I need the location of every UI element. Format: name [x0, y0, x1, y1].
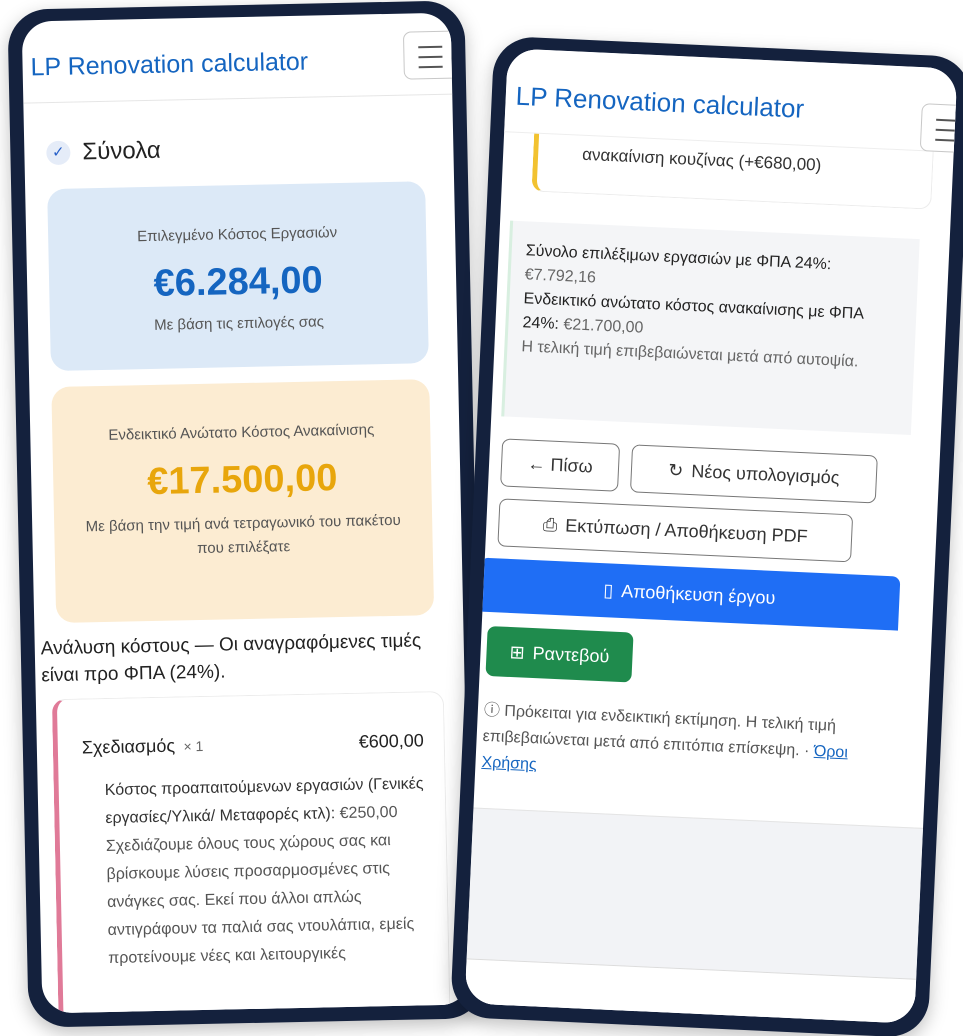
previous-item-text: ανακαίνιση κουζίνας (+€680,00)	[581, 144, 822, 175]
appointment-button[interactable]: ⊞ Ραντεβού	[485, 625, 634, 683]
selected-cost-label: Επιλεγμένο Κόστος Εργασιών	[136, 224, 338, 246]
step-header: ✓ Σύνολα	[46, 137, 161, 167]
step-title: Σύνολα	[82, 136, 162, 166]
disclaimer-text: Πρόκειται για ενδεικτική εκτίμηση. Η τελ…	[482, 702, 837, 760]
selected-cost-value: €6.284,00	[153, 259, 324, 305]
cost-item-qty: × 1	[183, 737, 204, 755]
max-cost-sub: Με βάση την τιμή ανά τετραγωνικό του πακ…	[85, 511, 401, 558]
collage: LP Renovation calculator ✓ Σύνολα Επιλεγ…	[0, 0, 963, 1036]
nav-brand[interactable]: LP Renovation calculator	[30, 48, 308, 83]
footer-divider	[464, 958, 917, 1024]
printer-icon: ⎙	[542, 513, 558, 535]
selected-cost-card: Επιλεγμένο Κόστος Εργασιών €6.284,00 Με …	[47, 181, 429, 372]
right-phone-frame: ανακαίνιση κουζίνας (+€680,00) LP Renova…	[449, 35, 963, 1036]
vat-summary-box: Σύνολο επιλέξιμων εργασιών με ΦΠΑ 24%: €…	[501, 220, 920, 435]
cost-item-name: Σχεδιασμός	[81, 735, 176, 758]
new-calculation-button[interactable]: ↻ Νέος υπολογισμός	[629, 444, 878, 504]
selected-cost-sub: Με βάση τις επιλογές σας	[153, 313, 325, 334]
cost-item-price: €600,00	[358, 730, 424, 752]
max-cost-card: Ενδεικτικό Ανώτατο Κόστος Ανακαίνισης €1…	[51, 379, 435, 624]
left-phone-frame: LP Renovation calculator ✓ Σύνολα Επιλεγ…	[7, 0, 486, 1028]
save-project-button[interactable]: ▯ Αποθήκευση έργου	[478, 557, 901, 631]
cost-item-header: Σχεδιασμός × 1 €600,00	[82, 730, 424, 758]
max-cost-vat-value: €21.700,00	[563, 316, 644, 337]
nav-brand[interactable]: LP Renovation calculator	[515, 81, 805, 125]
calendar-plus-icon: ⊞	[509, 641, 526, 663]
info-icon: ⓘ	[483, 701, 501, 720]
cost-item-body: Κόστος προαπαιτούμενων εργασιών (Γενικές…	[104, 770, 434, 973]
hamburger-icon[interactable]	[919, 103, 958, 154]
bookmark-icon: ▯	[602, 579, 614, 601]
hamburger-icon[interactable]	[402, 30, 460, 80]
check-icon: ✓	[46, 140, 71, 166]
disclaimer: ⓘ Πρόκειται για ενδεικτική εκτίμηση. Η τ…	[481, 698, 884, 794]
cost-item-card: Σχεδιασμός × 1 €600,00 Κόστος προαπαιτού…	[51, 690, 452, 1014]
navbar: LP Renovation calculator	[21, 12, 460, 104]
back-button[interactable]: ← Πίσω	[500, 438, 621, 492]
footer-area	[464, 807, 924, 1024]
print-pdf-button[interactable]: ⎙ Εκτύπωση / Αποθήκευση PDF	[497, 498, 854, 563]
prereq-value: €250,00	[339, 803, 398, 823]
breakdown-heading: Ανάλυση κόστους — Οι αναγραφόμενες τιμές…	[40, 630, 422, 687]
max-cost-value: €17.500,00	[146, 457, 338, 504]
left-phone-screen: LP Renovation calculator ✓ Σύνολα Επιλεγ…	[21, 12, 472, 1014]
right-phone-screen: ανακαίνιση κουζίνας (+€680,00) LP Renova…	[464, 48, 958, 1024]
eligible-total-value: €7.792,16	[524, 266, 597, 287]
max-cost-label: Ενδεικτικό Ανώτατο Κόστος Ανακαίνισης	[108, 421, 375, 444]
refresh-icon: ↻	[667, 459, 684, 481]
cost-item-description: Σχεδιάζουμε όλους τους χώρους σας και βρ…	[105, 832, 415, 967]
